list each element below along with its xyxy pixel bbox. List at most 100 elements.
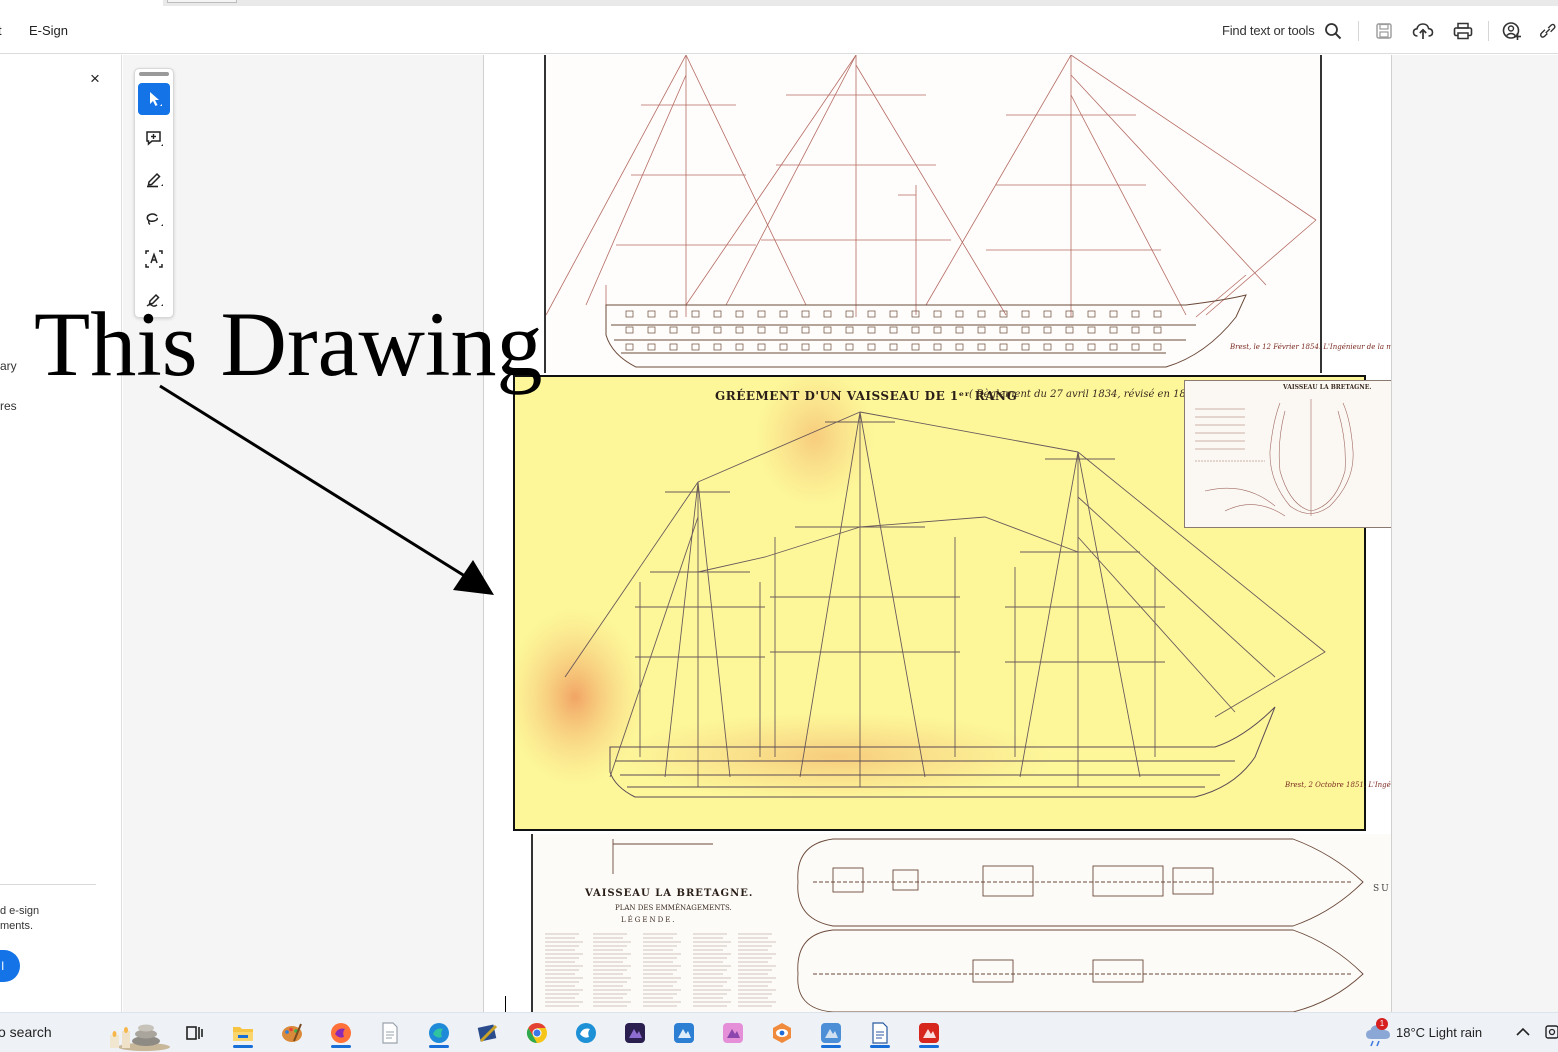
gun-port-mark (1131, 310, 1140, 318)
gun-port-mark (647, 343, 656, 351)
gun-port-mark (801, 310, 810, 318)
gun-port-mark (845, 326, 854, 334)
file-explorer-icon[interactable] (227, 1017, 259, 1049)
print-icon[interactable] (1452, 20, 1474, 42)
gun-port-mark (691, 310, 700, 318)
acrobat-icon[interactable] (913, 1017, 945, 1049)
gun-port-mark (955, 310, 964, 318)
weather-alert-badge: 1 (1376, 1018, 1388, 1030)
link-icon[interactable] (1540, 20, 1558, 42)
paint-icon[interactable] (276, 1017, 308, 1049)
document-gutter-right (1392, 55, 1558, 1012)
save-icon[interactable] (1373, 20, 1395, 42)
document-app-icon[interactable] (864, 1017, 896, 1049)
gun-port-mark (823, 343, 832, 351)
add-comment-icon[interactable] (138, 123, 170, 155)
hull-section-inset: VAISSEAU LA BRETAGNE. (1184, 380, 1391, 528)
document-gutter-left (123, 55, 483, 1012)
inset-title: VAISSEAU LA BRETAGNE. (1283, 384, 1372, 391)
gun-port-mark (713, 310, 722, 318)
tray-partial-icon[interactable] (1540, 1023, 1558, 1041)
gun-port-mark (1109, 310, 1118, 318)
gun-port-mark (889, 343, 898, 351)
gun-port-mark (647, 310, 656, 318)
gun-port-mark (1065, 326, 1074, 334)
gun-port-mark (1087, 343, 1096, 351)
gun-port-mark (977, 343, 986, 351)
close-panel-icon[interactable]: × (87, 70, 103, 87)
gun-port-mark (691, 343, 700, 351)
menu-item-esign[interactable]: E-Sign (29, 23, 68, 38)
gun-port-mark (911, 310, 920, 318)
search-icon[interactable] (1322, 20, 1344, 42)
window-top-strip (0, 0, 1558, 8)
select-pointer-icon[interactable] (138, 83, 170, 115)
weather-widget[interactable]: 1 18°C Light rain (1364, 1018, 1504, 1047)
annotation-text: This Drawing (34, 293, 543, 395)
running-indicator (821, 1045, 841, 1048)
gun-port-mark (823, 326, 832, 334)
toolbar-separator (1358, 21, 1359, 41)
firefox-icon[interactable] (325, 1017, 357, 1049)
gun-port-mark (757, 326, 766, 334)
running-indicator (233, 1045, 253, 1048)
menu-item-partial[interactable]: t (0, 23, 2, 38)
running-indicator (870, 1045, 890, 1048)
gun-port-mark (757, 343, 766, 351)
tab-stub[interactable] (167, 0, 237, 3)
draw-lasso-icon[interactable] (138, 203, 170, 235)
gun-port-mark (867, 326, 876, 334)
gun-port-mark (845, 343, 854, 351)
search-highlight-art (110, 1024, 170, 1051)
tray-chevron-up-icon[interactable] (1514, 1023, 1532, 1041)
cloud-upload-icon[interactable] (1412, 20, 1434, 42)
notepad-icon[interactable] (374, 1017, 406, 1049)
taskbar-search-box[interactable]: o search (0, 1024, 52, 1040)
esign-promo-button[interactable]: l (0, 950, 20, 982)
weather-text: 18°C Light rain (1396, 1025, 1483, 1040)
task-view-icon[interactable] (178, 1017, 210, 1049)
gun-port-mark (801, 326, 810, 334)
partial-label: SUI (1373, 884, 1391, 894)
rail-drag-handle[interactable] (139, 72, 169, 76)
edge-icon[interactable] (423, 1017, 455, 1049)
running-indicator (429, 1045, 449, 1048)
text-recognition-icon[interactable] (138, 243, 170, 275)
gun-port-mark (1153, 326, 1162, 334)
gun-port-mark (889, 326, 898, 334)
find-text-or-tools[interactable]: Find text or tools (1222, 23, 1315, 38)
main-toolbar: t E-Sign Find text or tools (0, 8, 1558, 54)
highlight-pen-icon[interactable] (138, 163, 170, 195)
panel-label-fragment[interactable]: ary (0, 359, 17, 373)
gun-port-mark (1109, 326, 1118, 334)
gun-port-mark (735, 343, 744, 351)
panel-divider (0, 884, 96, 885)
gun-port-mark (779, 326, 788, 334)
panel-label-fragment[interactable]: res (0, 399, 17, 413)
gun-port-mark (735, 310, 744, 318)
eye-app-icon[interactable] (766, 1017, 798, 1049)
photo-app-icon[interactable] (668, 1017, 700, 1049)
esign-promo-line: ments. (0, 920, 34, 932)
affinity-icon[interactable] (717, 1017, 749, 1049)
account-add-icon[interactable] (1501, 20, 1523, 42)
gun-port-mark (691, 326, 700, 334)
night-sky-app-icon[interactable] (619, 1017, 651, 1049)
gun-port-mark (1131, 343, 1140, 351)
gun-port-mark (845, 310, 854, 318)
gun-port-mark (1153, 343, 1162, 351)
tab-strip (163, 0, 1558, 6)
pencil-app-icon[interactable] (472, 1017, 504, 1049)
plan-subtitle: PLAN DES EMMÉNAGEMENTS. (615, 904, 732, 912)
swift-icon[interactable] (570, 1017, 602, 1049)
text-cursor (505, 996, 506, 1012)
gun-port-mark (911, 343, 920, 351)
gallery-icon[interactable] (815, 1017, 847, 1049)
gun-port-mark (1065, 343, 1074, 351)
gun-port-mark (713, 326, 722, 334)
gun-port-mark (1043, 343, 1052, 351)
chrome-icon[interactable] (521, 1017, 553, 1049)
gun-port-mark (669, 310, 678, 318)
running-indicator (919, 1045, 939, 1048)
gun-port-mark (1021, 310, 1030, 318)
